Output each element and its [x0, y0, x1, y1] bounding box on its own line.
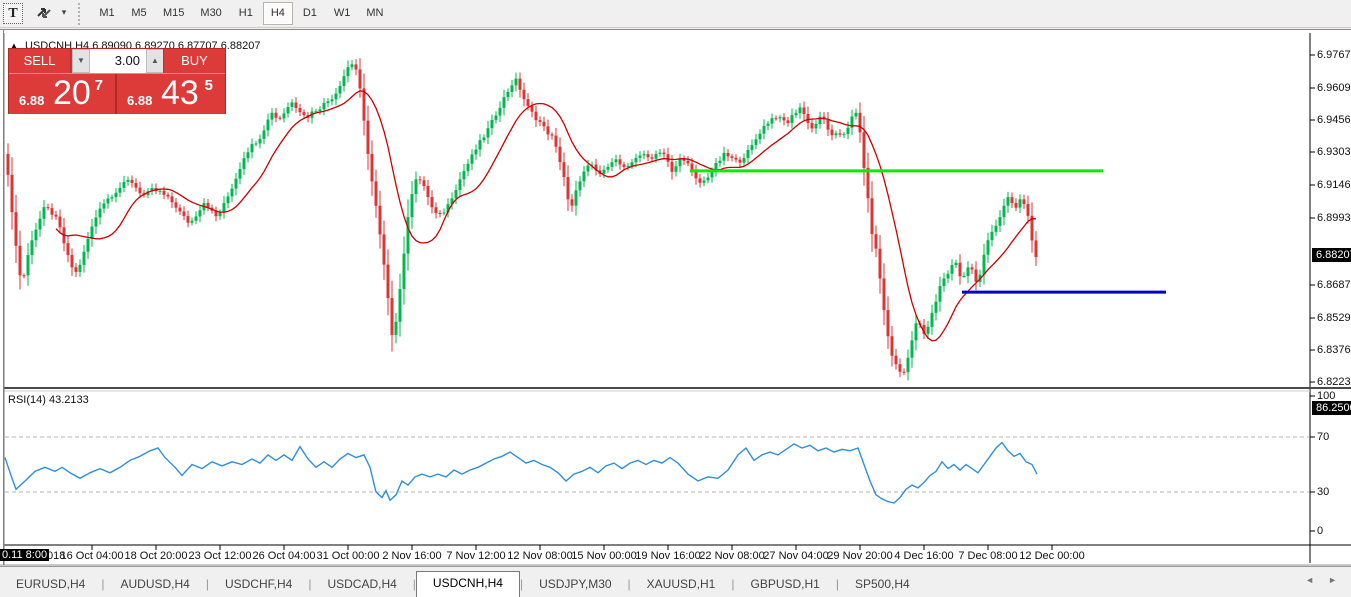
time-axis-label: 19 Nov 16:00: [635, 550, 700, 562]
time-axis-label: 7 Nov 12:00: [446, 550, 505, 562]
buy-price-prefix: 6.88: [127, 93, 152, 108]
time-axis-label: 15 Nov 00:00: [571, 550, 636, 562]
price-axis-label: 6.85295: [1317, 312, 1351, 324]
time-axis-label: 18 Oct 20:00: [125, 550, 188, 562]
price-axis-label: 6.94565: [1317, 114, 1351, 126]
current-price-badge: 6.88207: [1312, 248, 1351, 262]
time-axis-label: 22 Nov 08:00: [699, 550, 764, 562]
price-axis-label: 6.82235: [1317, 376, 1351, 388]
time-axis-label: 26 Oct 04:00: [253, 550, 316, 562]
rsi-level-badge: 86.2500: [1312, 401, 1351, 415]
volume-decrease-button[interactable]: ▼: [72, 49, 90, 73]
chart-tab-eurusd[interactable]: EURUSD,H4: [0, 573, 101, 597]
chart-tab-xauusd[interactable]: XAUUSD,H1: [631, 573, 732, 597]
rsi-axis-label: 0: [1317, 525, 1323, 537]
chart-tab-usdjpy[interactable]: USDJPY,M30: [523, 573, 627, 597]
time-axis-label: 12 Dec 00:00: [1019, 550, 1084, 562]
price-axis-label: 6.93035: [1317, 146, 1351, 158]
chart-tab-sp500[interactable]: SP500,H4: [839, 573, 926, 597]
price-axis-label: 6.89930: [1317, 212, 1351, 224]
sell-price-box[interactable]: 6.88 20 7: [9, 74, 117, 114]
chart-tab-gbpusd[interactable]: GBPUSD,H1: [734, 573, 835, 597]
tab-scroll-right-icon[interactable]: ►: [1328, 575, 1337, 585]
sell-price-big: 20: [53, 74, 91, 113]
time-cursor-badge: 0.11 8:00: [0, 549, 49, 561]
price-axis-label: 6.97670: [1317, 49, 1351, 61]
chart-tab-usdcnh[interactable]: USDCNH,H4: [416, 571, 520, 597]
volume-increase-button[interactable]: ▲: [146, 49, 164, 73]
time-axis-label: 16 Oct 04:00: [61, 550, 124, 562]
rsi-axis-label: 70: [1317, 431, 1329, 443]
one-click-trading-panel: SELL ▼ 3.00 ▲ BUY 6.88 20 7 6.88 43 5: [8, 48, 226, 114]
sell-price-prefix: 6.88: [19, 93, 44, 108]
buy-price-pip: 5: [205, 77, 213, 94]
time-axis-label: 12 Nov 08:00: [507, 550, 572, 562]
buy-button[interactable]: BUY: [163, 49, 225, 73]
chart-tab-usdchf[interactable]: USDCHF,H4: [209, 573, 308, 597]
mt4-window: T ▾ M1M5M15M30H1H4D1W1MN ▲ USDCNH,H4 6.8…: [0, 0, 1351, 597]
price-axis-label: 6.91460: [1317, 179, 1351, 191]
volume-control: ▼ 3.00 ▲: [72, 49, 164, 73]
time-axis-label: 27 Nov 04:00: [763, 550, 828, 562]
time-axis-label: 4 Dec 16:00: [894, 550, 953, 562]
sell-price-pip: 7: [95, 77, 103, 94]
chart-tab-audusd[interactable]: AUDUSD,H4: [104, 573, 205, 597]
time-axis-label: 29 Nov 20:00: [827, 550, 892, 562]
tab-scroll-left-icon[interactable]: ◄: [1305, 575, 1314, 585]
buy-price-big: 43: [161, 74, 199, 113]
price-axis-label: 6.86870: [1317, 279, 1351, 291]
price-axis-label: 6.83765: [1317, 344, 1351, 356]
volume-input[interactable]: 3.00: [90, 49, 146, 73]
chart-tab-usdcad[interactable]: USDCAD,H4: [311, 573, 412, 597]
rsi-axis-label: 30: [1317, 486, 1329, 498]
sell-button[interactable]: SELL: [9, 49, 71, 73]
buy-price-box[interactable]: 6.88 43 5: [117, 74, 225, 114]
time-axis-label: 31 Oct 00:00: [317, 550, 380, 562]
time-axis-label: 2 Nov 16:00: [382, 550, 441, 562]
time-axis-label: 23 Oct 12:00: [189, 550, 252, 562]
chart-tab-bar: EURUSD,H4|AUDUSD,H4|USDCHF,H4|USDCAD,H4|…: [0, 566, 1351, 597]
rsi-indicator-label: RSI(14) 43.2133: [8, 394, 89, 406]
price-axis-label: 6.96095: [1317, 82, 1351, 94]
tab-scroll-controls: ◄ ►: [1305, 575, 1337, 585]
time-axis-label: 7 Dec 08:00: [958, 550, 1017, 562]
